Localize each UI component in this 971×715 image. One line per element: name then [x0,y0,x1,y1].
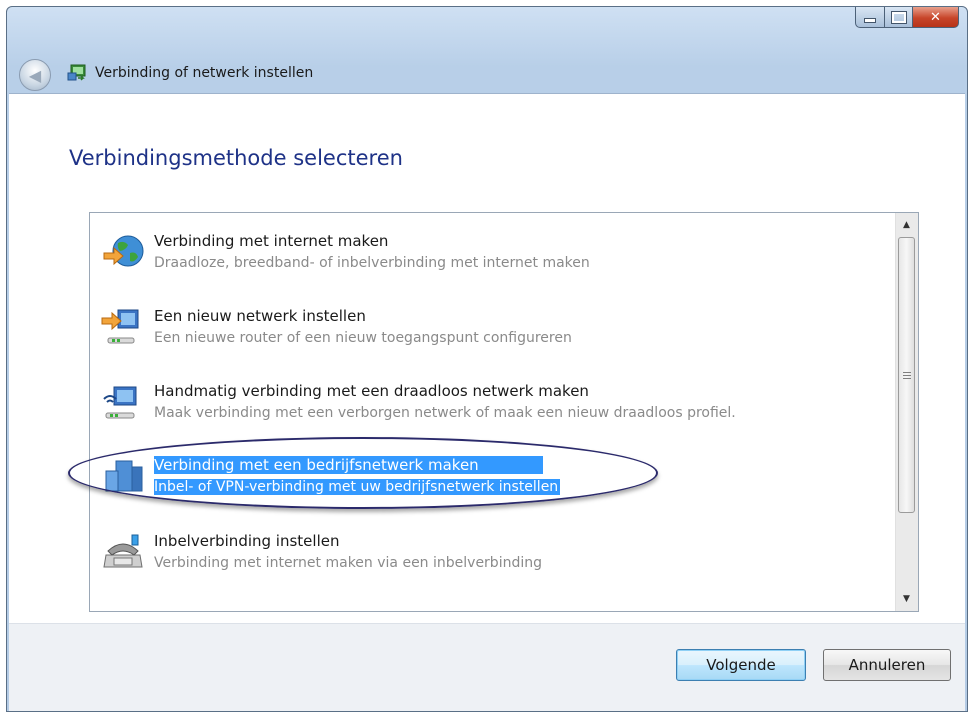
option-description: Een nieuwe router of een nieuw toegangsp… [154,330,572,346]
connection-options-list[interactable]: Verbinding met internet maken Draadloze,… [68,212,919,612]
page-title: Verbindingsmethode selecteren [69,146,403,170]
close-button[interactable]: ✕ [913,7,959,28]
scroll-down-arrow-icon: ▼ [903,594,910,604]
wireless-network-icon [103,386,137,419]
option-description: Maak verbinding met een verborgen netwer… [154,405,736,421]
scroll-up-arrow-icon: ▲ [903,220,910,230]
caption-buttons: ✕ [855,7,959,28]
internet-globe-icon [103,235,144,267]
scroll-grip-icon [903,372,911,380]
close-icon: ✕ [930,9,941,25]
dialog-window: ✕ ◀ Verbinding of netwerk instellen Verb… [6,6,968,712]
option-title: Een nieuw netwerk instellen [154,307,366,325]
option-new-network[interactable]: Een nieuw netwerk instellen Een nieuwe r… [90,296,890,356]
scroll-thumb[interactable] [898,237,915,513]
option-title: Verbinding met internet maken [154,232,389,250]
option-manual-wireless[interactable]: Handmatig verbinding met een draadloos n… [90,371,890,431]
back-button[interactable]: ◀ [19,59,51,91]
next-button[interactable]: Volgende [676,649,806,681]
option-title: Handmatig verbinding met een draadloos n… [154,382,589,400]
maximize-icon [891,11,906,23]
option-workplace[interactable]: Verbinding met een bedrijfsnetwerk maken… [68,437,890,509]
option-internet[interactable]: Verbinding met internet maken Draadloze,… [90,221,890,281]
button-bar: Volgende Annuleren [9,623,965,711]
network-setup-icon [67,64,86,81]
content-panel: Verbindingsmethode selecteren Verbinding… [9,93,965,624]
workplace-network-icon [105,460,143,492]
dialup-phone-icon [103,534,143,568]
vertical-scrollbar[interactable]: ▲ ▼ [895,213,918,611]
option-description: Draadloze, breedband- of inbelverbinding… [154,255,590,271]
maximize-button[interactable] [885,7,913,28]
window-title: Verbinding of netwerk instellen [95,65,314,81]
scroll-down-button[interactable]: ▼ [896,589,917,609]
new-network-icon [101,309,139,344]
back-arrow-icon: ◀ [28,65,42,85]
option-dialup[interactable]: Inbelverbinding instellen Verbinding met… [90,521,890,581]
minimize-icon [864,17,876,23]
option-title: Inbelverbinding instellen [154,532,340,550]
scroll-up-button[interactable]: ▲ [896,215,917,235]
option-description: Inbel- of VPN-verbinding met uw bedrijfs… [154,479,561,495]
minimize-button[interactable] [855,7,885,28]
option-description: Verbinding met internet maken via een in… [154,555,542,571]
option-title: Verbinding met een bedrijfsnetwerk maken [154,456,543,474]
cancel-button[interactable]: Annuleren [823,649,951,681]
